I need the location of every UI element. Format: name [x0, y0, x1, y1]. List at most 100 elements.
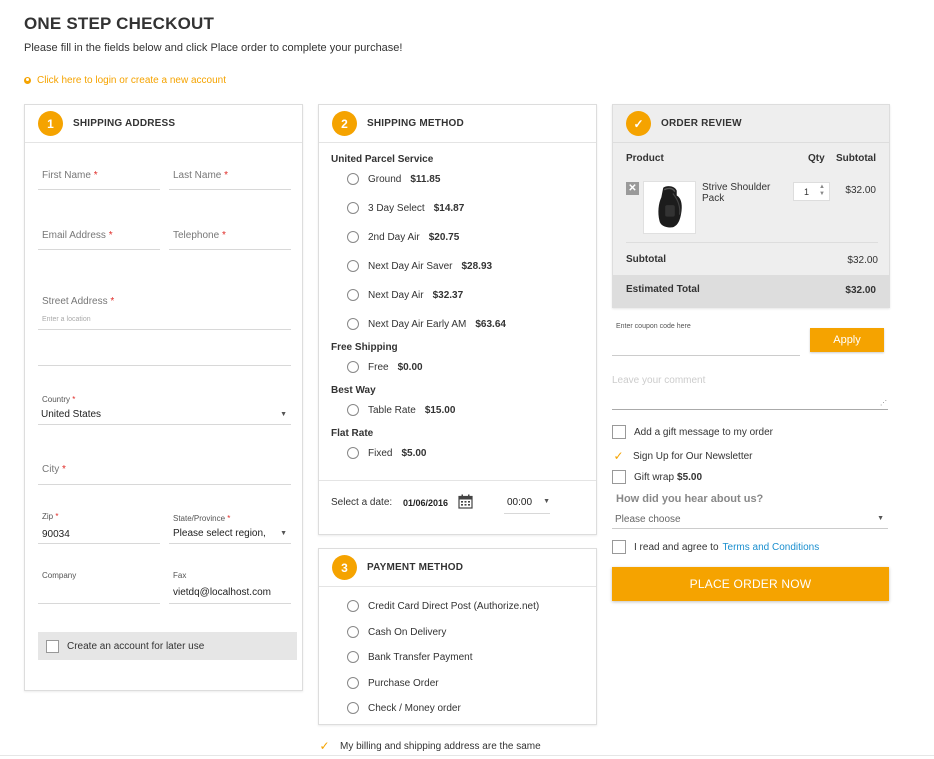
fax-label: Fax: [173, 571, 187, 580]
first-name-field[interactable]: First Name *: [38, 161, 160, 190]
shipping-rate-option[interactable]: Table Rate $15.00: [347, 404, 455, 416]
check-icon[interactable]: ✓: [612, 449, 625, 463]
total-label: Estimated Total: [626, 284, 700, 295]
calendar-icon[interactable]: [458, 494, 473, 509]
terms-option[interactable]: I read and agree to Terms and Conditions: [612, 540, 819, 554]
shipping-rate-radio[interactable]: [347, 447, 359, 459]
last-name-field[interactable]: Last Name *: [169, 161, 291, 190]
shipping-rate-option[interactable]: Next Day Air Saver $28.93: [347, 260, 492, 272]
email-field[interactable]: Email Address *: [38, 221, 160, 250]
payment-option[interactable]: Cash On Delivery: [347, 626, 446, 638]
shipping-rate-option[interactable]: Next Day Air Early AM $63.64: [347, 318, 506, 330]
payment-option[interactable]: Credit Card Direct Post (Authorize.net): [347, 600, 539, 612]
subtotal-row: Subtotal $32.00: [626, 242, 878, 275]
hear-about-value: Please choose: [615, 514, 681, 525]
gift-wrap-label: Gift wrap: [634, 471, 675, 483]
same-address-label: My billing and shipping address are the …: [340, 740, 541, 752]
hear-about-select[interactable]: Please choose ▼: [612, 510, 888, 529]
coupon-input[interactable]: Enter coupon code here: [612, 318, 800, 356]
time-select[interactable]: 00:00 ▼: [504, 494, 550, 514]
zip-label: Zip: [42, 512, 54, 521]
terms-link[interactable]: Terms and Conditions: [723, 542, 820, 553]
payment-method-header: 3 PAYMENT METHOD: [319, 549, 596, 587]
newsletter-option[interactable]: ✓ Sign Up for Our Newsletter: [612, 449, 753, 463]
place-order-button[interactable]: PLACE ORDER NOW: [612, 567, 889, 601]
order-review-header: ✓ ORDER REVIEW: [613, 105, 889, 143]
quantity-stepper[interactable]: 1 ▲ ▼: [793, 182, 830, 201]
gift-wrap-checkbox[interactable]: [612, 470, 626, 484]
same-address-option[interactable]: ✓ My billing and shipping address are th…: [318, 739, 541, 753]
check-icon[interactable]: ✓: [318, 739, 331, 753]
close-icon: ✕: [628, 183, 637, 194]
rate-label: Free: [368, 361, 389, 373]
comment-textarea[interactable]: Leave your comment ⋰: [612, 370, 888, 410]
shipping-rate-option[interactable]: Free $0.00: [347, 361, 423, 373]
rate-label: Ground: [368, 173, 402, 185]
chevron-down-icon[interactable]: ▼: [819, 191, 827, 198]
bullet-icon: [24, 77, 31, 84]
payment-option[interactable]: Purchase Order: [347, 677, 439, 689]
shipping-rate-radio[interactable]: [347, 260, 359, 272]
payment-radio[interactable]: [347, 702, 359, 714]
comment-placeholder: Leave your comment: [612, 375, 706, 386]
payment-radio[interactable]: [347, 626, 359, 638]
create-account-option[interactable]: Create an account for later use: [38, 632, 297, 660]
country-select[interactable]: Country * United States ▼: [38, 391, 291, 425]
company-field[interactable]: Company: [38, 571, 160, 604]
terms-checkbox[interactable]: [612, 540, 626, 554]
payment-label: Credit Card Direct Post (Authorize.net): [368, 600, 540, 612]
remove-item-button[interactable]: ✕: [626, 182, 639, 195]
backpack-icon: [658, 186, 682, 228]
create-account-label: Create an account for later use: [67, 640, 205, 652]
newsletter-label: Sign Up for Our Newsletter: [633, 450, 753, 462]
payment-option[interactable]: Check / Money order: [347, 702, 461, 714]
shipping-address-panel: 1 SHIPPING ADDRESS First Name * Last Nam…: [24, 104, 303, 691]
apply-coupon-button[interactable]: Apply: [810, 328, 884, 352]
login-link-text[interactable]: Click here to login or create a new acco…: [37, 75, 226, 86]
street-address-line2-field[interactable]: [38, 335, 291, 366]
gift-message-checkbox[interactable]: [612, 425, 626, 439]
gift-wrap-option[interactable]: Gift wrap $5.00: [612, 470, 702, 484]
check-icon: ✓: [626, 111, 651, 136]
shipping-rate-option[interactable]: 2nd Day Air $20.75: [347, 231, 459, 243]
quantity-value: 1: [804, 187, 810, 197]
payment-method-panel: 3 PAYMENT METHOD Credit Card Direct Post…: [318, 548, 597, 725]
city-field[interactable]: City *: [38, 455, 291, 485]
shipping-rate-radio[interactable]: [347, 361, 359, 373]
fax-field[interactable]: Fax vietdq@localhost.com: [169, 571, 291, 604]
time-value: 00:00: [507, 497, 533, 508]
telephone-field[interactable]: Telephone *: [169, 221, 291, 250]
rate-price: $20.75: [428, 231, 460, 243]
login-link[interactable]: Click here to login or create a new acco…: [24, 75, 226, 86]
resize-grip-icon[interactable]: ⋰: [880, 399, 887, 407]
required-mark: *: [55, 512, 59, 521]
shipping-rate-option[interactable]: Ground $11.85: [347, 173, 440, 185]
shipping-rate-option[interactable]: Next Day Air $32.37: [347, 289, 463, 301]
chevron-up-icon[interactable]: ▲: [819, 184, 827, 191]
gift-message-label: Add a gift message to my order: [634, 426, 773, 438]
step-badge-3: 3: [332, 555, 357, 580]
create-account-checkbox[interactable]: [46, 639, 59, 653]
payment-radio[interactable]: [347, 651, 359, 663]
payment-radio[interactable]: [347, 600, 359, 612]
date-value[interactable]: 01/06/2016: [403, 498, 448, 508]
payment-option[interactable]: Bank Transfer Payment: [347, 651, 473, 663]
payment-radio[interactable]: [347, 677, 359, 689]
rate-price: $63.64: [475, 318, 506, 330]
carrier-name: Free Shipping: [331, 342, 398, 353]
shipping-rate-radio[interactable]: [347, 289, 359, 301]
zip-field[interactable]: Zip * 90034: [38, 510, 160, 544]
state-label: State/Province: [173, 514, 226, 523]
shipping-rate-option[interactable]: Fixed $5.00: [347, 447, 426, 459]
shipping-rate-radio[interactable]: [347, 173, 359, 185]
state-select[interactable]: State/Province * Please select region, ▼: [169, 510, 291, 544]
rate-price: $28.93: [461, 260, 493, 272]
shipping-rate-radio[interactable]: [347, 404, 359, 416]
shipping-rate-radio[interactable]: [347, 231, 359, 243]
street-address-field[interactable]: Street Address * Enter a location: [38, 285, 291, 330]
shipping-rate-radio[interactable]: [347, 318, 359, 330]
gift-message-option[interactable]: Add a gift message to my order: [612, 425, 773, 439]
shipping-rate-radio[interactable]: [347, 202, 359, 214]
shipping-rate-option[interactable]: 3 Day Select $14.87: [347, 202, 464, 214]
required-mark: *: [62, 464, 66, 475]
